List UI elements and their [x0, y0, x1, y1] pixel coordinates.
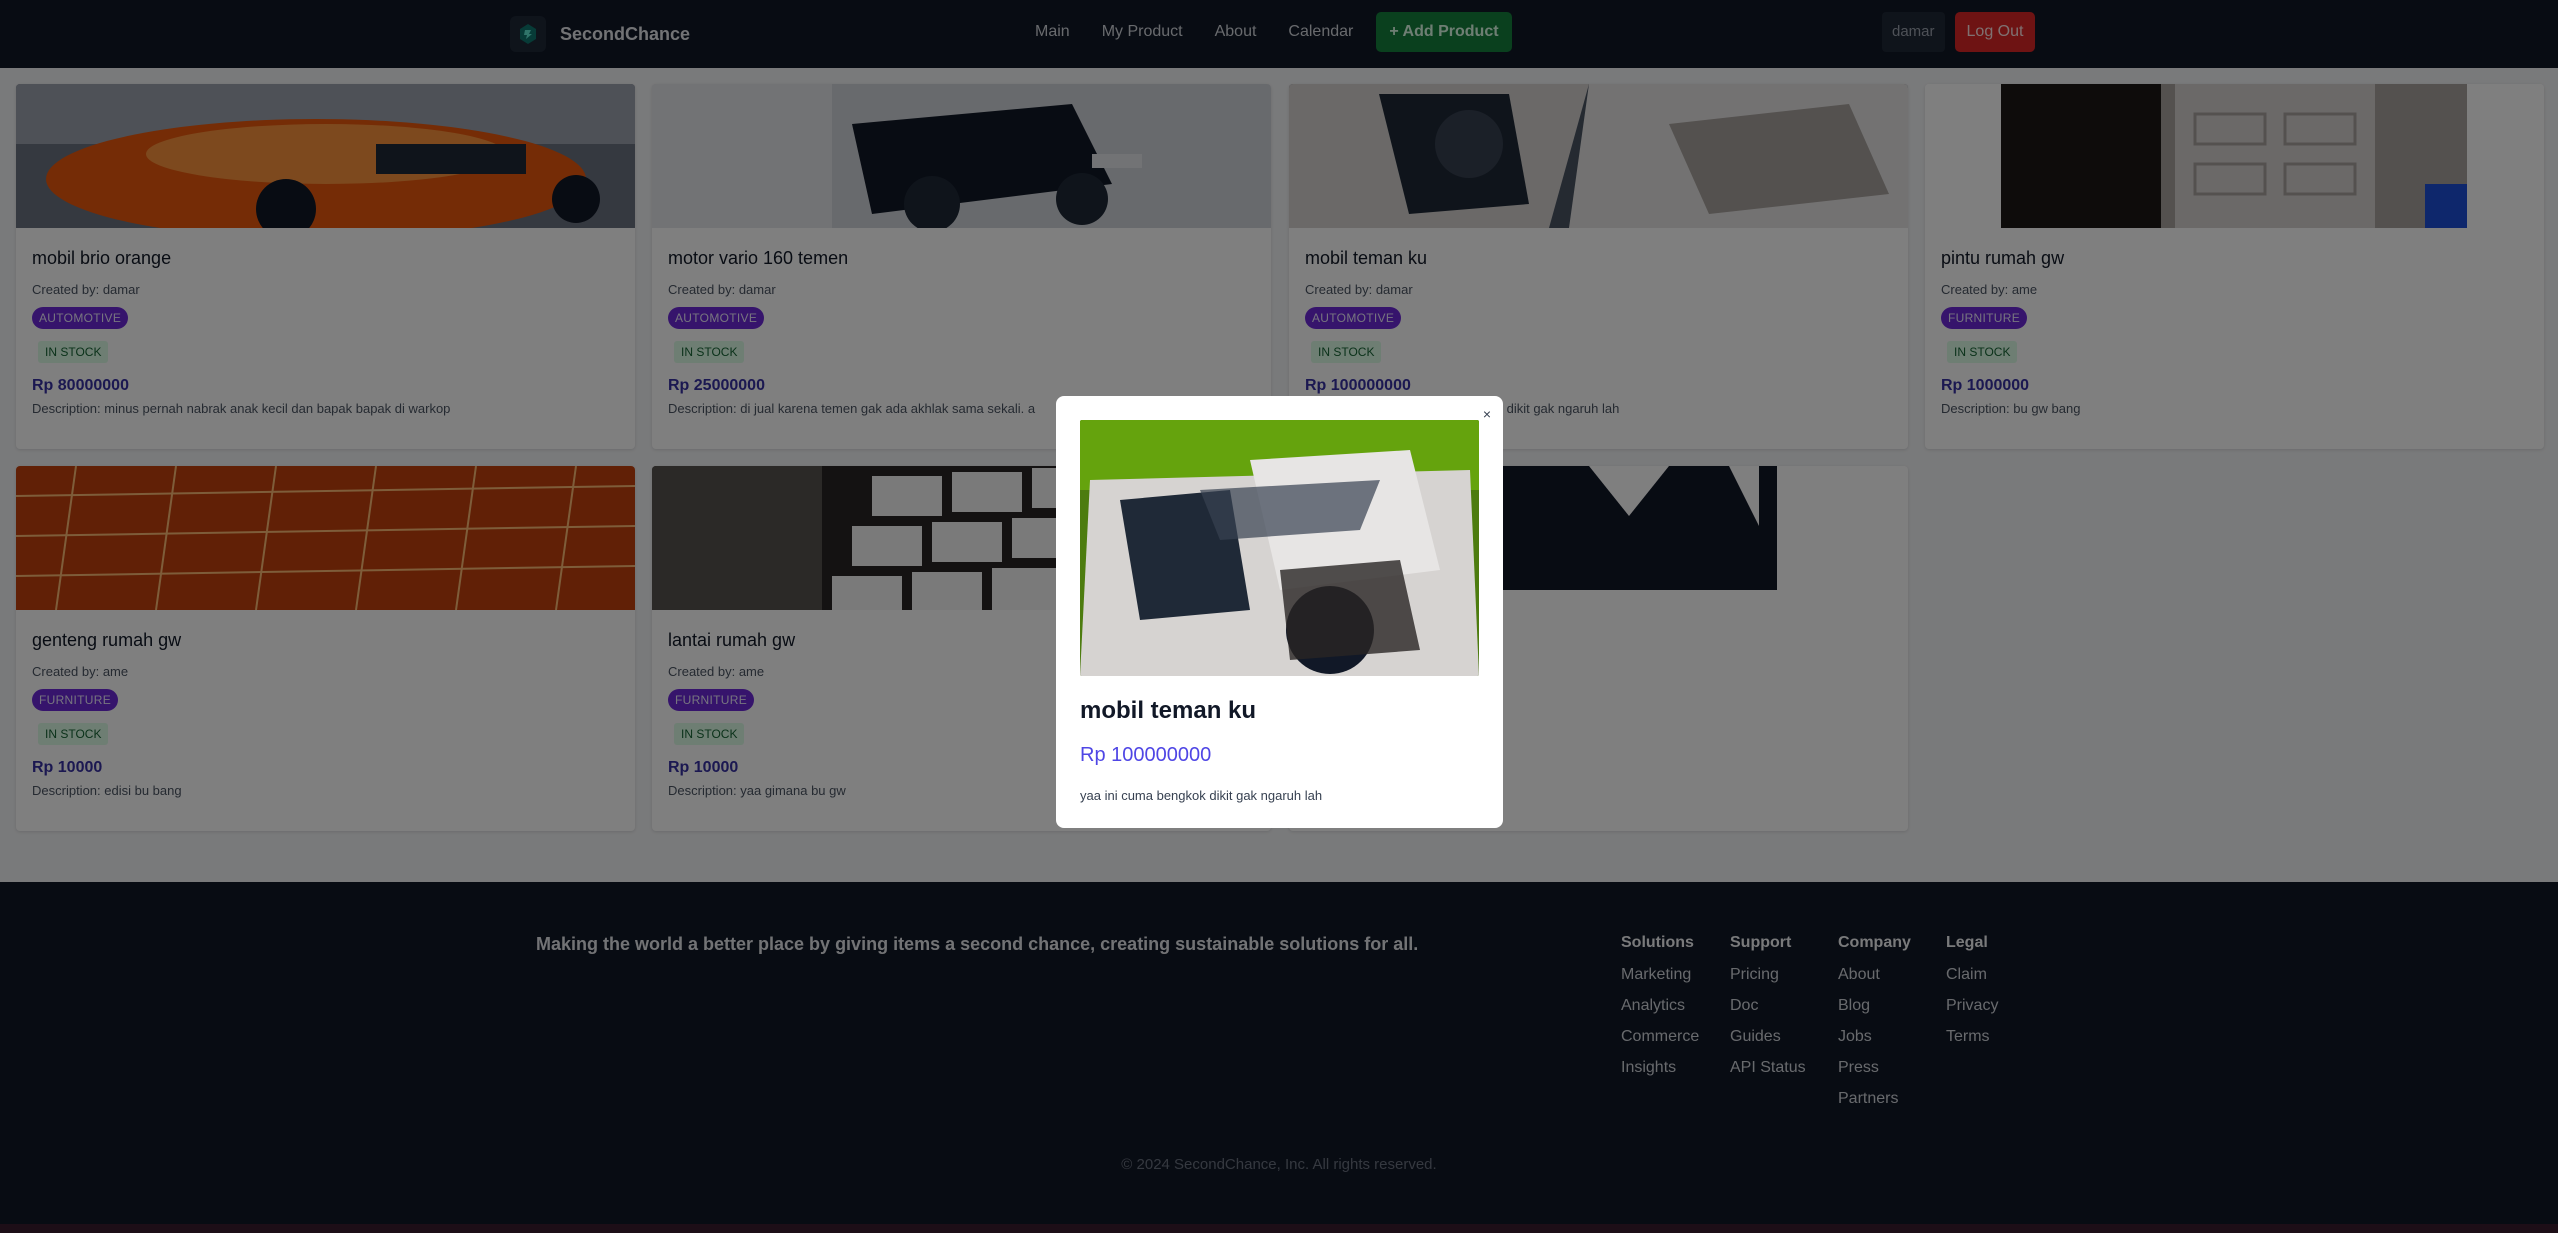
modal-product-image	[1080, 420, 1479, 676]
modal-description: yaa ini cuma bengkok dikit gak ngaruh la…	[1080, 788, 1323, 803]
product-detail-modal: × mobil teman ku Rp 100000000 yaa ini cu…	[1056, 396, 1503, 828]
close-icon[interactable]: ×	[1479, 406, 1495, 422]
modal-title: mobil teman ku	[1080, 697, 1257, 724]
modal-price: Rp 100000000	[1080, 744, 1212, 766]
